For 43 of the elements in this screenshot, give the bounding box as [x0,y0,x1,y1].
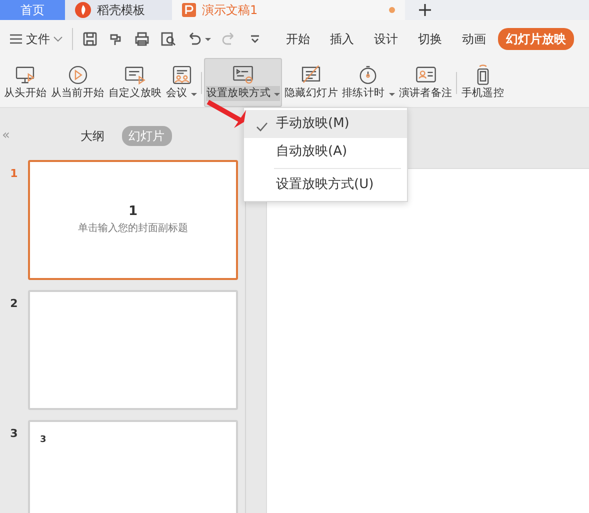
flame-logo-icon [75,2,91,18]
ribbon-button[interactable]: 自定义放映 [106,58,164,107]
caret-icon [205,36,211,42]
ribbon-button[interactable]: 从头开始 [2,58,49,107]
ribbon-button[interactable]: 排练计时 [340,58,397,107]
chevron-icon [53,34,63,44]
meeting-icon [170,64,193,86]
menu-icon [9,32,23,46]
slide-thumbnail[interactable] [28,290,238,410]
ribbon-button[interactable]: 演讲者备注 [396,58,454,107]
save-icon [82,31,98,47]
ribbon-button[interactable]: 会议 [164,58,200,107]
presentation-file-icon [182,3,196,17]
ribbon-button[interactable]: 从当前开始 [48,58,106,107]
slide-thumbnail[interactable]: 3 [28,420,238,513]
ribbon-tab[interactable]: 切换 [410,28,450,50]
window-tab[interactable]: 稻壳模板 [65,0,172,20]
menu-item[interactable]: 手动放映(M) [244,110,407,138]
play-icon [66,64,89,86]
slide-subtitle: 单击输入您的封面副标题 [78,222,188,236]
print-icon [134,31,150,47]
view-toggle[interactable]: 大纲 [74,126,112,146]
slide-text: 3 [40,434,46,447]
ribbon-tab[interactable]: 设计 [366,28,406,50]
ribbon-button[interactable]: 设置放映方式 [204,58,282,107]
annotation-arrow [206,100,246,128]
slide-settings-icon [232,64,254,86]
hidden-slide-icon [300,64,322,86]
slide-number: 3 [9,426,19,442]
slide-title: 1 [128,204,138,218]
ribbon-tab[interactable]: 开始 [278,28,318,50]
slide-number: 1 [9,166,19,182]
ribbon-button[interactable]: 手机遥控 [459,58,506,107]
slide-thumbnail[interactable]: 1 单击输入您的封面副标题 [28,160,238,280]
ribbon-tab[interactable]: 插入 [322,28,362,50]
preview-icon [160,31,176,47]
menu-item[interactable]: 自动放映(A) [244,138,407,166]
ribbon-tab[interactable]: 动画 [454,28,494,50]
ribbon-button[interactable]: 隐藏幻灯片 [282,58,340,107]
slide-number: 2 [9,296,19,312]
file-menu-button[interactable]: 文件 [6,28,66,50]
menu-item[interactable]: 设置放映方式(U) [244,171,407,199]
plus-icon [419,4,431,16]
